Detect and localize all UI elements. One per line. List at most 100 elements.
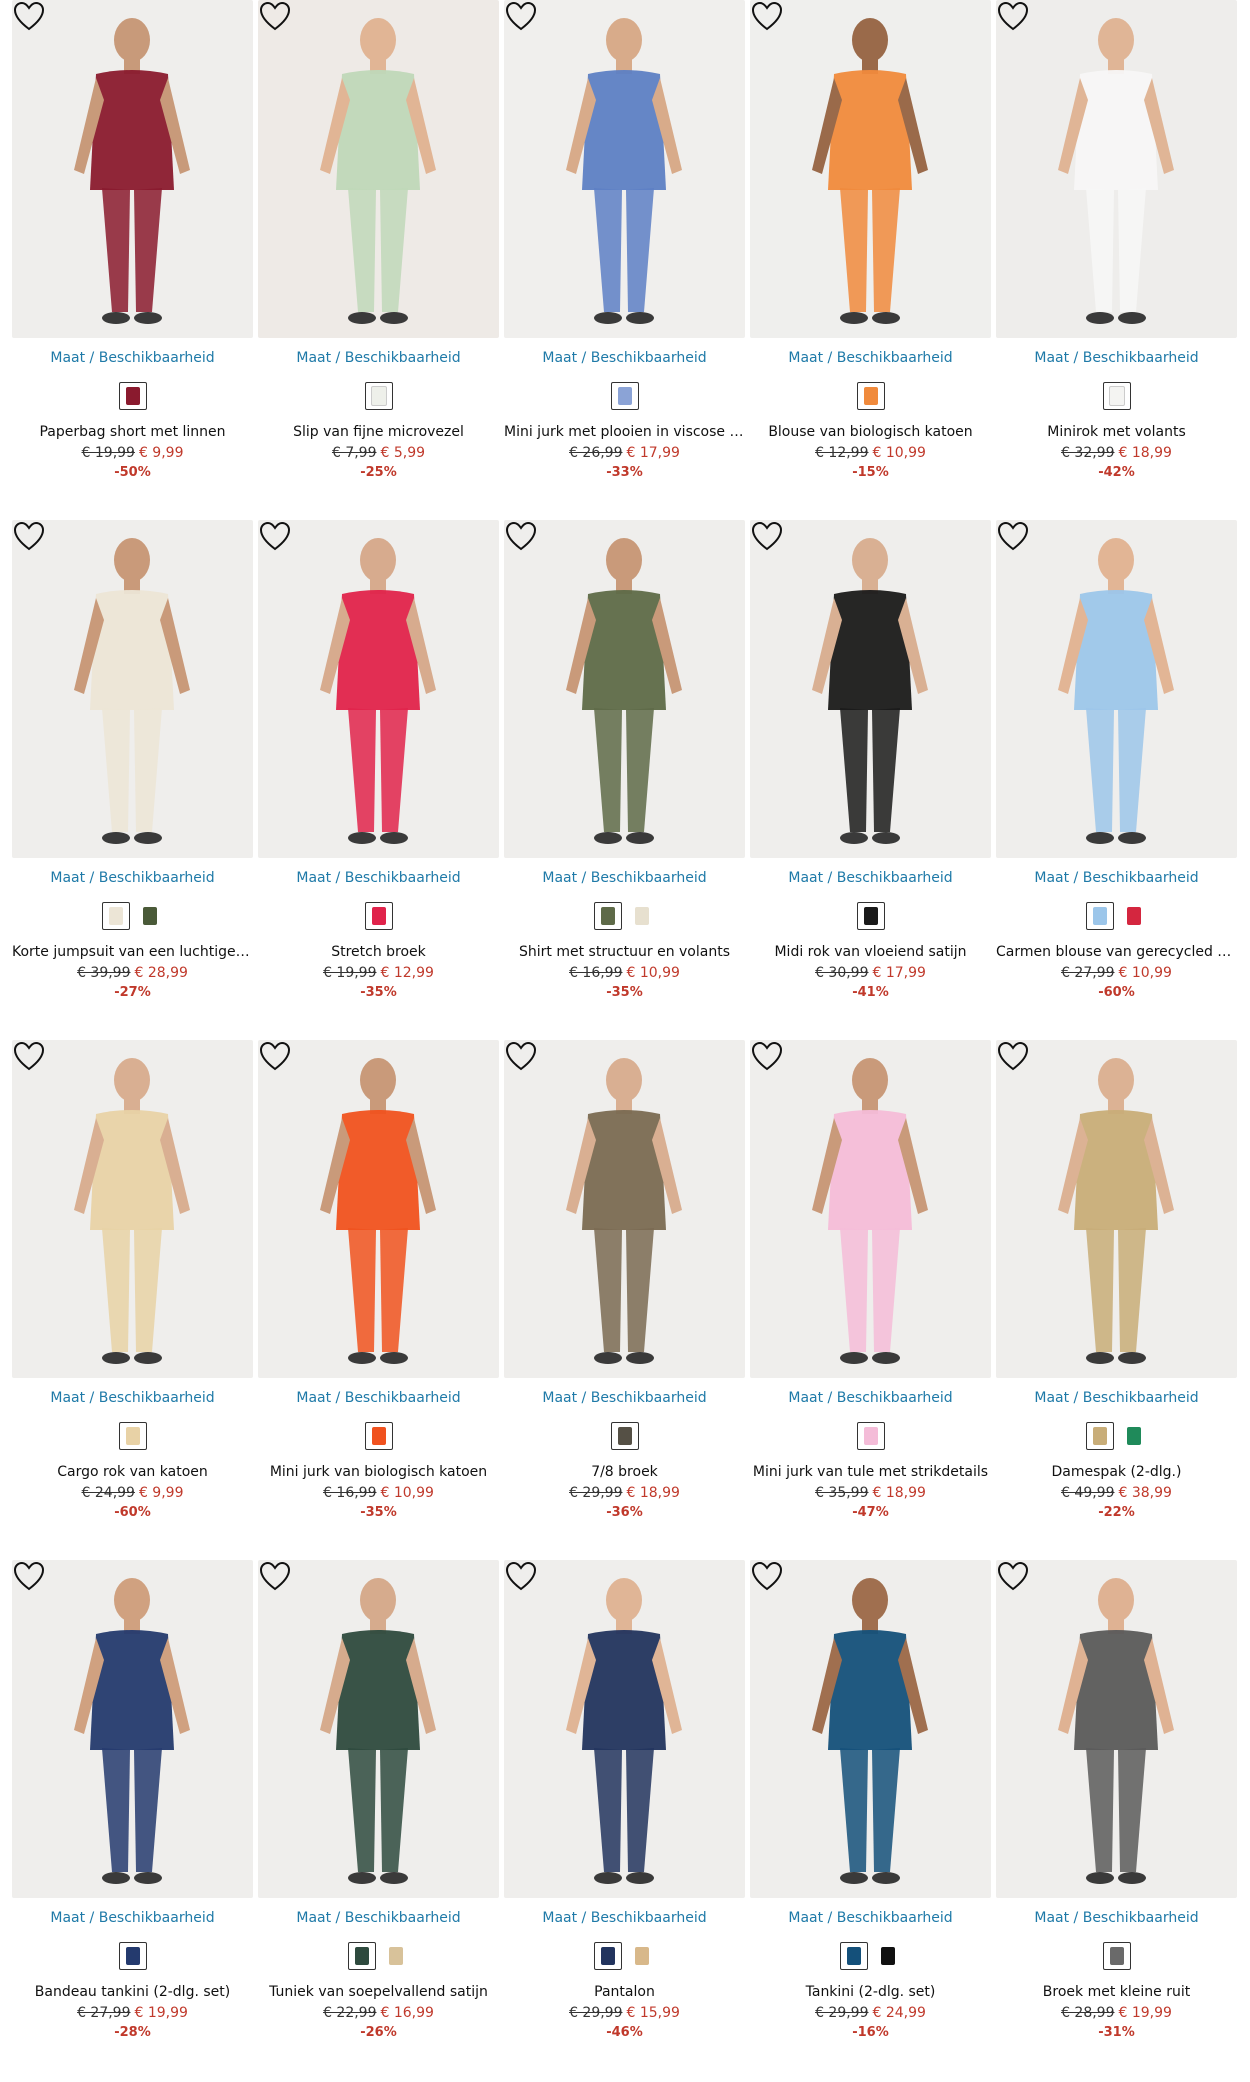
product-name[interactable]: Midi rok van vloeiend satijn: [750, 944, 991, 960]
product-card[interactable]: Maat / Beschikbaarheid Paperbag short met…: [12, 0, 253, 480]
color-swatch[interactable]: [856, 1422, 885, 1450]
size-availability-link[interactable]: Maat / Beschikbaarheid: [12, 1390, 253, 1406]
color-swatch[interactable]: [101, 902, 130, 930]
color-swatch[interactable]: [1085, 1422, 1114, 1450]
product-name[interactable]: Pantalon: [504, 1984, 745, 2000]
size-availability-link[interactable]: Maat / Beschikbaarheid: [996, 1910, 1237, 1926]
product-name[interactable]: Korte jumpsuit van een luchtige linnen-m…: [12, 944, 253, 960]
product-name[interactable]: Paperbag short met linnen: [12, 424, 253, 440]
color-swatch[interactable]: [364, 382, 393, 410]
color-swatch[interactable]: [1102, 1942, 1131, 1970]
product-image[interactable]: [750, 1560, 991, 1898]
heart-outline-icon[interactable]: [750, 1560, 784, 1594]
product-image[interactable]: [504, 0, 745, 338]
heart-outline-icon[interactable]: [504, 520, 538, 554]
color-swatch[interactable]: [628, 902, 656, 930]
product-card[interactable]: Maat / Beschikbaarheid Mini jurk van biol…: [258, 1040, 499, 1520]
product-name[interactable]: Mini jurk met plooien in viscose met Len…: [504, 424, 745, 440]
product-card[interactable]: Maat / Beschikbaarheid Tankini (2-dlg. se…: [750, 1560, 991, 2040]
product-image[interactable]: [258, 1560, 499, 1898]
heart-outline-icon[interactable]: [750, 0, 784, 34]
product-name[interactable]: Bandeau tankini (2-dlg. set): [12, 1984, 253, 2000]
color-swatch[interactable]: [1085, 902, 1114, 930]
product-name[interactable]: Cargo rok van katoen: [12, 1464, 253, 1480]
product-card[interactable]: Maat / Beschikbaarheid 7/8 broek € 29,99 € …: [504, 1040, 745, 1520]
size-availability-link[interactable]: Maat / Beschikbaarheid: [12, 350, 253, 366]
color-swatch[interactable]: [347, 1942, 376, 1970]
product-name[interactable]: Shirt met structuur en volants: [504, 944, 745, 960]
product-name[interactable]: Mini jurk van tule met strikdetails: [750, 1464, 991, 1480]
color-swatch[interactable]: [610, 1422, 639, 1450]
product-card[interactable]: Maat / Beschikbaarheid Broek met kleine r…: [996, 1560, 1237, 2040]
product-image[interactable]: [996, 1560, 1237, 1898]
size-availability-link[interactable]: Maat / Beschikbaarheid: [12, 1910, 253, 1926]
size-availability-link[interactable]: Maat / Beschikbaarheid: [504, 870, 745, 886]
product-card[interactable]: Maat / Beschikbaarheid Mini jurk met ploo…: [504, 0, 745, 480]
color-swatch[interactable]: [839, 1942, 868, 1970]
size-availability-link[interactable]: Maat / Beschikbaarheid: [258, 1390, 499, 1406]
size-availability-link[interactable]: Maat / Beschikbaarheid: [504, 1910, 745, 1926]
product-image[interactable]: [750, 0, 991, 338]
product-name[interactable]: Slip van fijne microvezel: [258, 424, 499, 440]
size-availability-link[interactable]: Maat / Beschikbaarheid: [750, 1910, 991, 1926]
product-card[interactable]: Maat / Beschikbaarheid Carmen blouse van …: [996, 520, 1237, 1000]
color-swatch[interactable]: [593, 1942, 622, 1970]
heart-outline-icon[interactable]: [258, 0, 292, 34]
color-swatch[interactable]: [856, 382, 885, 410]
product-card[interactable]: Maat / Beschikbaarheid Stretch broek € 19,…: [258, 520, 499, 1000]
product-image[interactable]: [996, 520, 1237, 858]
size-availability-link[interactable]: Maat / Beschikbaarheid: [750, 870, 991, 886]
product-card[interactable]: Maat / Beschikbaarheid Korte jumpsuit van…: [12, 520, 253, 1000]
product-name[interactable]: Broek met kleine ruit: [996, 1984, 1237, 2000]
product-image[interactable]: [750, 520, 991, 858]
heart-outline-icon[interactable]: [258, 520, 292, 554]
product-card[interactable]: Maat / Beschikbaarheid Midi rok van vloei…: [750, 520, 991, 1000]
size-availability-link[interactable]: Maat / Beschikbaarheid: [258, 350, 499, 366]
color-swatch[interactable]: [874, 1942, 902, 1970]
heart-outline-icon[interactable]: [996, 1560, 1030, 1594]
product-card[interactable]: Maat / Beschikbaarheid Tuniek van soepelv…: [258, 1560, 499, 2040]
size-availability-link[interactable]: Maat / Beschikbaarheid: [750, 1390, 991, 1406]
product-card[interactable]: Maat / Beschikbaarheid Bandeau tankini (2…: [12, 1560, 253, 2040]
product-image[interactable]: [258, 0, 499, 338]
color-swatch[interactable]: [364, 1422, 393, 1450]
heart-outline-icon[interactable]: [750, 520, 784, 554]
heart-outline-icon[interactable]: [12, 520, 46, 554]
size-availability-link[interactable]: Maat / Beschikbaarheid: [258, 870, 499, 886]
heart-outline-icon[interactable]: [258, 1560, 292, 1594]
heart-outline-icon[interactable]: [996, 0, 1030, 34]
product-name[interactable]: Damespak (2-dlg.): [996, 1464, 1237, 1480]
size-availability-link[interactable]: Maat / Beschikbaarheid: [504, 350, 745, 366]
product-name[interactable]: Tankini (2-dlg. set): [750, 1984, 991, 2000]
color-swatch[interactable]: [118, 1422, 147, 1450]
product-image[interactable]: [12, 1040, 253, 1378]
color-swatch[interactable]: [856, 902, 885, 930]
product-name[interactable]: Carmen blouse van gerecycled polyester: [996, 944, 1237, 960]
color-swatch[interactable]: [628, 1942, 656, 1970]
heart-outline-icon[interactable]: [996, 1040, 1030, 1074]
product-name[interactable]: Minirok met volants: [996, 424, 1237, 440]
size-availability-link[interactable]: Maat / Beschikbaarheid: [996, 870, 1237, 886]
color-swatch[interactable]: [382, 1942, 410, 1970]
heart-outline-icon[interactable]: [12, 1040, 46, 1074]
color-swatch[interactable]: [118, 1942, 147, 1970]
product-card[interactable]: Maat / Beschikbaarheid Mini jurk van tule…: [750, 1040, 991, 1520]
heart-outline-icon[interactable]: [12, 1560, 46, 1594]
product-image[interactable]: [12, 520, 253, 858]
color-swatch[interactable]: [1120, 1422, 1148, 1450]
heart-outline-icon[interactable]: [750, 1040, 784, 1074]
product-card[interactable]: Maat / Beschikbaarheid Damespak (2-dlg.) €…: [996, 1040, 1237, 1520]
size-availability-link[interactable]: Maat / Beschikbaarheid: [12, 870, 253, 886]
color-swatch[interactable]: [364, 902, 393, 930]
product-card[interactable]: Maat / Beschikbaarheid Shirt met structuu…: [504, 520, 745, 1000]
heart-outline-icon[interactable]: [258, 1040, 292, 1074]
product-name[interactable]: Mini jurk van biologisch katoen: [258, 1464, 499, 1480]
product-card[interactable]: Maat / Beschikbaarheid Pantalon € 29,99 € 1…: [504, 1560, 745, 2040]
product-image[interactable]: [12, 0, 253, 338]
product-card[interactable]: Maat / Beschikbaarheid Minirok met volant…: [996, 0, 1237, 480]
product-card[interactable]: Maat / Beschikbaarheid Cargo rok van kato…: [12, 1040, 253, 1520]
product-image[interactable]: [996, 0, 1237, 338]
heart-outline-icon[interactable]: [996, 520, 1030, 554]
heart-outline-icon[interactable]: [504, 1040, 538, 1074]
color-swatch[interactable]: [610, 382, 639, 410]
